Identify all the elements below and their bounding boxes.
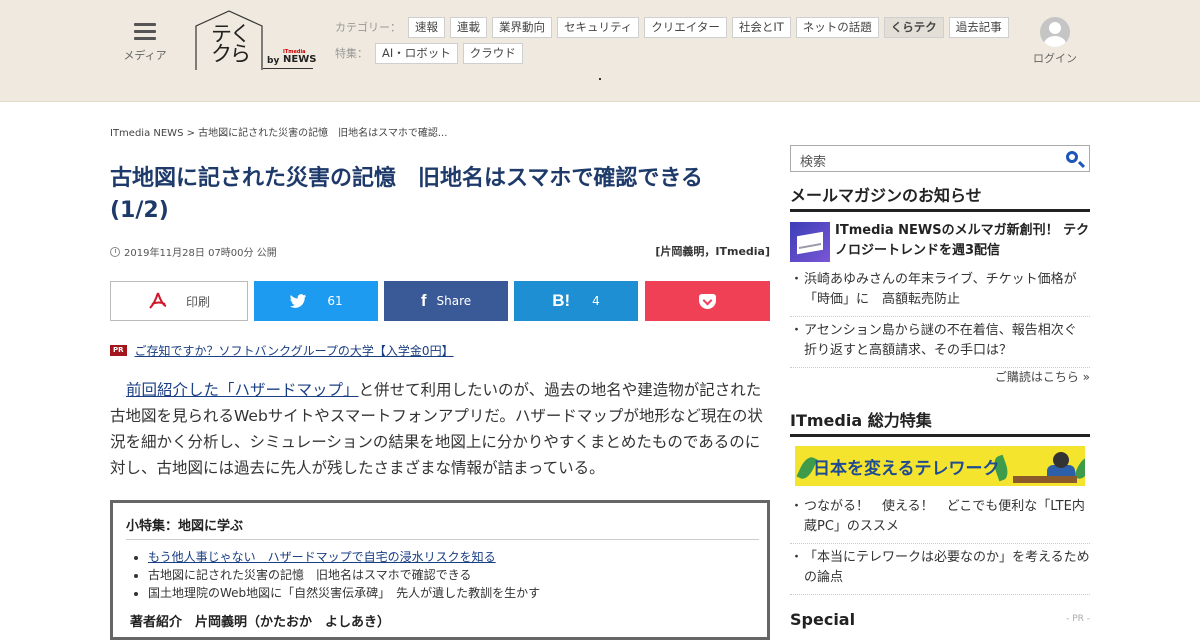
site-header: メディア テく クら by ITmedia NEWS カテゴリー： 速報 連載 業… (0, 0, 1200, 102)
pr-link[interactable]: ご存知ですか？ソフトバンクグループの大学【入学金0円】 (135, 342, 454, 359)
mailmag-list: 浜崎あゆみさんの年末ライブ、チケット価格が「時価」に 高額転売防止 アセンション… (790, 270, 1090, 372)
print-button[interactable]: 印刷 (110, 281, 248, 321)
pocket-button[interactable] (645, 281, 770, 321)
pocket-icon (699, 293, 716, 309)
publish-date: 2019年11月28日 07時00分 公開 (110, 244, 277, 259)
author-intro-heading: 著者紹介 片岡義明（かたおか よしあき） (130, 615, 391, 630)
logo-text-2: クら (211, 42, 251, 66)
subscribe-link[interactable]: ご購読はこちら » (790, 368, 1090, 385)
list-item[interactable]: つながる！ 使える！ どこでも便利な「LTE内蔵PC」のススメ (790, 497, 1090, 544)
pdf-print-icon (149, 292, 167, 309)
category-archive[interactable]: 過去記事 (948, 16, 1009, 38)
mailmag-heading: メールマガジンのお知らせ (790, 182, 1090, 212)
category-net[interactable]: ネットの話題 (795, 16, 879, 38)
category-gyokai[interactable]: 業界動向 (492, 16, 552, 38)
search-placeholder: 検索 (800, 155, 827, 170)
hatena-bookmark-button[interactable]: B! 4 (514, 281, 638, 321)
list-item: 国土地理院のWeb地図に「自然災害伝承碑」 先人が遺した教訓を生かす (148, 584, 767, 602)
category-sokuho[interactable]: 速報 (408, 16, 445, 38)
feature-label: 特集： (335, 47, 368, 60)
feature-box-heading: 小特集：地図に学ぶ (126, 515, 759, 540)
avatar-icon (1040, 17, 1070, 47)
facebook-label: Share (436, 294, 472, 308)
category-creator[interactable]: クリエイター (644, 16, 727, 38)
special-heading: Special - PR - (790, 610, 1090, 629)
telework-banner-text: 日本を変えるテレワーク (813, 459, 1000, 479)
clock-icon (110, 246, 120, 257)
list-item: 古地図に記された災害の記憶 旧地名はスマホで確認できる (148, 566, 767, 584)
facebook-icon: f (420, 291, 427, 310)
feature-item-link-1[interactable]: もう他人事じゃない ハザードマップで自宅の浸水リスクを知る (148, 550, 496, 564)
pr-tag: - PR - (1066, 614, 1090, 624)
list-item[interactable]: 「本当にテレワークは必要なのか」を考えるための論点 (790, 548, 1090, 595)
category-nav: カテゴリー： 速報 連載 業界動向 セキュリティ クリエイター 社会とIT ネッ… (335, 16, 1014, 38)
special-heading-text: Special (790, 610, 856, 629)
mail-icon (790, 222, 830, 262)
feature-cloud[interactable]: クラウド (462, 42, 523, 64)
facebook-share-button[interactable]: f Share (384, 281, 508, 321)
mailmag-feature[interactable]: ITmedia NEWSのメルマガ新創刊！ テクノロジートレンドを週3配信 (790, 221, 1090, 263)
itmedia-news-logo: ITmedia NEWS (283, 49, 317, 65)
hatena-count: 4 (592, 294, 600, 308)
breadcrumb[interactable]: ITmedia NEWS > 古地図に記された災害の記憶 旧地名はスマホで確認.… (110, 124, 447, 139)
sokatsu-list: つながる！ 使える！ どこでも便利な「LTE内蔵PC」のススメ 「本当にテレワー… (790, 497, 1090, 599)
category-society[interactable]: 社会とIT (731, 16, 791, 38)
article-body: 前回紹介した「ハザードマップ」と併せて利用したいのが、過去の地名や建造物が記され… (110, 377, 770, 481)
publish-date-text: 2019年11月28日 07時00分 公開 (124, 248, 277, 259)
category-label: カテゴリー： (335, 21, 401, 34)
feature-box-list: もう他人事じゃない ハザードマップで自宅の浸水リスクを知る 古地図に記された災害… (148, 548, 767, 602)
hatena-icon: B! (552, 291, 571, 310)
list-item[interactable]: アセンション島から謎の不在着信、報告相次ぐ 折り返すと高額請求、その手口は？ (790, 321, 1090, 368)
category-rensai[interactable]: 連載 (450, 16, 487, 38)
list-item: もう他人事じゃない ハザードマップで自宅の浸水リスクを知る (148, 548, 767, 566)
feature-nav: 特集： AI・ロボット クラウド (335, 42, 528, 64)
media-menu-button[interactable]: メディア (120, 20, 170, 63)
twitter-icon (290, 293, 307, 308)
search-icon[interactable] (1066, 151, 1078, 163)
category-security[interactable]: セキュリティ (557, 16, 640, 38)
mailmag-feature-text: ITmedia NEWSのメルマガ新創刊！ テクノロジートレンドを週3配信 (835, 223, 1090, 258)
media-menu-label: メディア (123, 49, 167, 62)
category-kuratech[interactable]: くらテク (883, 16, 944, 38)
sokatsu-heading: ITmedia 総力特集 (790, 407, 1090, 437)
feature-box: 小特集：地図に学ぶ もう他人事じゃない ハザードマップで自宅の浸水リスクを知る … (110, 500, 770, 640)
telework-banner[interactable]: 日本を変えるテレワーク (795, 446, 1085, 486)
list-item[interactable]: 浜崎あゆみさんの年末ライブ、チケット価格が「時価」に 高額転売防止 (790, 270, 1090, 317)
hamburger-icon (134, 23, 156, 40)
author-byline[interactable]: [片岡義明，ITmedia] (655, 243, 770, 259)
pr-badge: PR (110, 345, 127, 356)
pr-link-row: PR ご存知ですか？ソフトバンクグループの大学【入学金0円】 (110, 342, 454, 359)
search-input[interactable]: 検索 (790, 145, 1090, 172)
feature-ai[interactable]: AI・ロボット (375, 42, 458, 64)
login-button[interactable]: ログイン (1030, 17, 1080, 66)
kuratech-logo[interactable]: テく クら by ITmedia NEWS (195, 10, 317, 72)
article-title: 古地図に記された災害の記憶 旧地名はスマホで確認できる (1/2) (110, 166, 703, 223)
print-label: 印刷 (185, 294, 210, 309)
login-label: ログイン (1033, 52, 1077, 65)
twitter-share-button[interactable]: 61 (254, 281, 378, 321)
hazard-map-link[interactable]: 前回紹介した「ハザードマップ」 (126, 381, 359, 399)
twitter-count: 61 (327, 294, 343, 308)
logo-by: by (267, 56, 280, 66)
